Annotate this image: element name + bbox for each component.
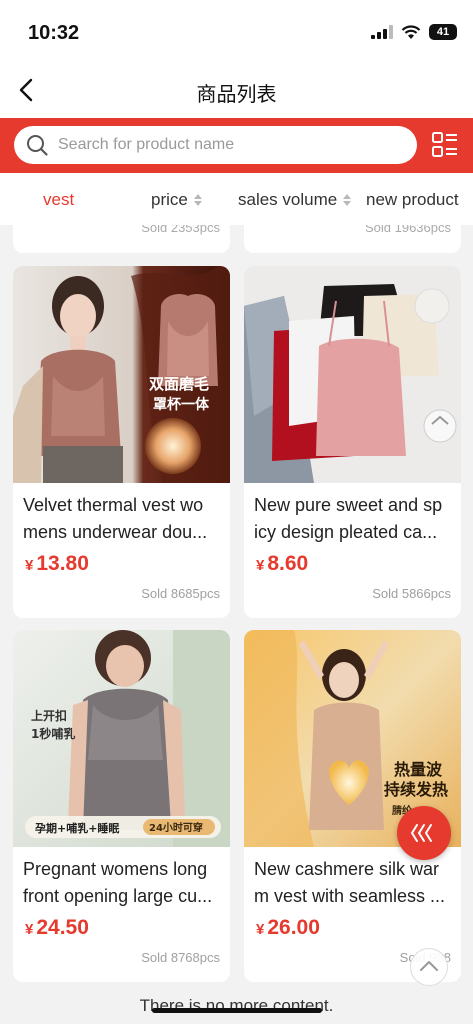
chevron-up-icon xyxy=(420,961,438,971)
product-card-partial[interactable]: Sold 2353pcs xyxy=(13,225,230,253)
image-caption: 持续发热 xyxy=(384,780,448,799)
home-indicator[interactable] xyxy=(152,1008,322,1013)
search-box[interactable] xyxy=(14,126,417,164)
image-caption: 罩杯一体 xyxy=(153,396,210,413)
status-time: 10:32 xyxy=(28,22,80,44)
sort-tab-label: new product xyxy=(366,190,459,209)
product-title: New pure sweet and sp icy design pleated… xyxy=(254,495,443,542)
image-caption: 孕期+哺乳+睡眠 xyxy=(35,821,119,835)
image-caption: 上开扣 xyxy=(31,708,67,723)
signal-icon xyxy=(371,25,393,39)
grid-toggle-icon xyxy=(432,132,457,157)
sold-count: Sold 2353pcs xyxy=(141,225,220,235)
sort-tab-vest[interactable]: vest xyxy=(43,190,74,210)
grid-toggle-button[interactable] xyxy=(431,131,459,159)
product-image: 双面磨毛 罩杯一体 xyxy=(13,266,230,483)
product-price: ¥13.80 xyxy=(25,552,89,575)
image-caption: 24小时可穿 xyxy=(149,821,203,834)
product-price: ¥8.60 xyxy=(256,552,309,575)
page-title: 商品列表 xyxy=(196,84,277,106)
wifi-icon xyxy=(401,24,421,39)
battery-indicator: 41 xyxy=(429,24,457,40)
nav-bar: 商品列表 xyxy=(0,60,473,118)
product-title: New cashmere silk war m vest with seamle… xyxy=(254,859,446,906)
sort-tab-new-product[interactable]: new product xyxy=(366,190,459,210)
image-caption: 1秒哺乳 xyxy=(31,726,75,741)
sort-tab-sales-volume[interactable]: sales volume xyxy=(238,190,352,210)
product-price: ¥26.00 xyxy=(256,916,320,939)
sort-tab-price[interactable]: price xyxy=(151,190,202,210)
product-price: ¥24.50 xyxy=(25,916,89,939)
search-icon xyxy=(27,135,48,156)
sort-tab-label: vest xyxy=(43,190,75,209)
sort-arrows-icon xyxy=(343,194,352,206)
back-to-top-button[interactable] xyxy=(410,948,448,986)
search-band xyxy=(0,118,473,173)
product-title: Pregnant womens long front opening large… xyxy=(23,859,213,906)
sort-arrows-icon xyxy=(193,194,202,206)
sold-count: Sold 5866pcs xyxy=(372,586,451,601)
product-image: 上开扣 1秒哺乳 孕期+哺乳+睡眠 24小时可穿 xyxy=(13,630,230,847)
status-icons: 41 xyxy=(371,24,457,40)
image-caption: 双面磨毛 xyxy=(149,375,209,393)
image-caption: 热量波 xyxy=(394,760,443,779)
product-image xyxy=(244,266,461,483)
product-card-partial[interactable]: Sold 19636pcs xyxy=(244,225,461,253)
product-card[interactable]: 双面磨毛 罩杯一体 Velvet thermal vest wo mens un… xyxy=(13,266,230,618)
no-more-content-text: There is no more content. xyxy=(139,996,334,1015)
status-bar: 10:32 41 xyxy=(0,0,473,60)
product-card[interactable]: 上开扣 1秒哺乳 孕期+哺乳+睡眠 24小时可穿 Pregnant womens… xyxy=(13,630,230,982)
sort-tab-label: price xyxy=(151,190,188,209)
sold-count: Sold 19636pcs xyxy=(364,225,451,235)
search-input[interactable] xyxy=(58,126,403,164)
sold-count: Sold 8768pcs xyxy=(141,950,220,965)
product-card[interactable]: New pure sweet and sp icy design pleated… xyxy=(244,266,461,618)
sold-count: Sold 8685pcs xyxy=(141,586,220,601)
scroll-top-icon xyxy=(410,824,432,842)
floating-action-button[interactable] xyxy=(397,806,451,860)
product-title: Velvet thermal vest wo mens underwear do… xyxy=(23,495,208,542)
sort-tab-label: sales volume xyxy=(238,190,338,209)
sort-bar: vest price sales volume new product xyxy=(0,173,473,225)
